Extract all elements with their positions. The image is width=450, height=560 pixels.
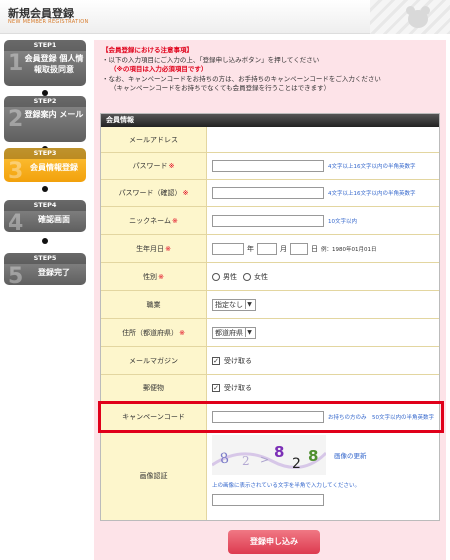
birthday-row: 生年月日 ※ 年 月 日 例：1980年01月01日 — [101, 235, 439, 263]
step-connector-dot — [42, 238, 48, 244]
password-label: パスワード ※ — [101, 153, 207, 179]
birth-year-input[interactable] — [212, 242, 244, 255]
notice-line: ・以下の入力項目にご入力の上、「登録申し込みボタン」を押してください — [102, 55, 320, 64]
chevron-down-icon: ▼ — [245, 328, 253, 337]
password-hint: 4文字以上16文字以内の半角英数字 — [328, 164, 416, 170]
gender-row: 性別 ※ 男性 女性 — [101, 263, 439, 291]
birth-day-input[interactable] — [290, 242, 308, 255]
nickname-input[interactable] — [212, 214, 324, 227]
svg-text:8: 8 — [219, 450, 230, 467]
postal-mail-label: 郵便物 — [101, 375, 207, 401]
magazine-checkbox[interactable]: ✓ — [212, 356, 220, 365]
nickname-label: ニックネーム ※ — [101, 207, 207, 234]
birth-day-unit: 日 — [311, 244, 318, 253]
birth-month-input[interactable] — [257, 242, 277, 255]
birthday-label: 生年月日 ※ — [101, 235, 207, 262]
step-number: 1 — [8, 51, 24, 76]
birth-month-unit: 月 — [280, 244, 287, 253]
step-text: 確認画面 — [38, 215, 70, 224]
job-row: 職業 指定なし ▼ — [101, 291, 439, 319]
gender-female-radio[interactable] — [243, 272, 251, 281]
magazine-checkbox-label: 受け取る — [224, 356, 252, 365]
step-number: 5 — [8, 264, 24, 285]
notice-required-note: （※の項目は入力必須項目です） — [110, 65, 208, 73]
captcha-row: 画像認証 8 2 > 8 2 8 画像の更新 上の画像に表示されている文字を半角… — [101, 432, 439, 520]
step-text: 登録案内 メール — [24, 110, 84, 119]
address-label: 住所（都道府県） ※ — [101, 319, 207, 346]
prefecture-select[interactable]: 都道府県 ▼ — [212, 326, 256, 339]
step-number: 2 — [8, 107, 24, 132]
svg-text:8: 8 — [308, 447, 318, 465]
svg-text:>: > — [260, 453, 269, 466]
registration-notice: 【会員登録における注意事項】 ・以下の入力項目にご入力の上、「登録申し込みボタン… — [102, 46, 442, 94]
step-label: STEP5 — [4, 253, 86, 264]
captcha-input[interactable] — [212, 494, 324, 506]
captcha-label: 画像認証 — [101, 432, 207, 520]
password-input[interactable] — [212, 160, 324, 172]
campaign-code-highlight — [98, 401, 444, 433]
email-row: メールアドレス — [101, 127, 439, 153]
step-number: 3 — [8, 159, 24, 182]
postal-mail-checkbox[interactable]: ✓ — [212, 384, 220, 392]
step-text: 会員情報登録 — [30, 163, 78, 172]
birth-example: 例：1980年01月01日 — [321, 246, 377, 253]
step-connector-dot — [42, 186, 48, 192]
step-3: STEP3 3 会員情報登録 — [4, 148, 86, 182]
password-confirm-input[interactable] — [212, 187, 324, 199]
svg-text:8: 8 — [274, 443, 284, 461]
password-row: パスワード ※ 4文字以上16文字以内の半角英数字 — [101, 153, 439, 180]
notice-line: ・なお、キャンペーンコードをお持ちの方は、お手持ちのキャンペーンコードをご入力く… — [102, 74, 381, 83]
notice-line: （キャンペーンコードをお持ちでなくても会員登録を行うことはできます） — [110, 84, 331, 92]
gender-male-radio[interactable] — [212, 272, 220, 281]
step-text: 登録完了 — [38, 268, 70, 277]
email-label: メールアドレス — [101, 127, 207, 152]
gender-label: 性別 ※ — [101, 263, 207, 290]
captcha-refresh-link[interactable]: 画像の更新 — [334, 450, 367, 460]
captcha-image: 8 2 > 8 2 8 — [211, 435, 328, 475]
magazine-label: メールマガジン — [101, 347, 207, 374]
step-label: STEP1 — [4, 40, 86, 51]
step-label: STEP2 — [4, 96, 86, 107]
job-label: 職業 — [101, 291, 207, 318]
form-section-title: 会員情報 — [101, 114, 439, 127]
magazine-row: メールマガジン ✓ 受け取る — [101, 347, 439, 375]
address-row: 住所（都道府県） ※ 都道府県 ▼ — [101, 319, 439, 347]
nickname-row: ニックネーム ※ 10文字以内 — [101, 207, 439, 235]
step-5: STEP5 5 登録完了 — [4, 253, 86, 285]
password-confirm-hint: 4文字以上16文字以内の半角英数字 — [328, 191, 416, 197]
svg-text:2: 2 — [292, 456, 301, 472]
chevron-down-icon: ▼ — [245, 300, 253, 309]
step-text: 会員登録 個人情報取扱同意 — [24, 54, 84, 74]
step-label: STEP4 — [4, 200, 86, 211]
postal-mail-checkbox-label: 受け取る — [224, 384, 252, 392]
job-select[interactable]: 指定なし ▼ — [212, 298, 256, 311]
step-number: 4 — [8, 211, 24, 232]
bear-logo-icon — [404, 4, 432, 30]
gender-female-label: 女性 — [254, 272, 268, 281]
page-subtitle: NEW MEMBER REGISTRATION — [8, 19, 89, 25]
birth-year-unit: 年 — [247, 244, 254, 253]
step-2: STEP2 2 登録案内 メール — [4, 96, 86, 142]
step-1: STEP1 1 会員登録 個人情報取扱同意 — [4, 40, 86, 86]
gender-male-label: 男性 — [223, 272, 237, 281]
svg-text:2: 2 — [242, 454, 250, 468]
password-confirm-label: パスワード（確認） ※ — [101, 180, 207, 206]
nickname-hint: 10文字以内 — [328, 218, 357, 225]
member-info-form: 会員情報 メールアドレス パスワード ※ 4文字以上16文字以内の半角英数字 パス… — [100, 113, 440, 521]
captcha-hint: 上の画像に表示されている文字を半角で入力してください。 — [212, 483, 361, 489]
step-4: STEP4 4 確認画面 — [4, 200, 86, 232]
password-confirm-row: パスワード（確認） ※ 4文字以上16文字以内の半角英数字 — [101, 180, 439, 207]
page-header: 新規会員登録 NEW MEMBER REGISTRATION — [0, 0, 450, 34]
notice-title: 【会員登録における注意事項】 — [102, 46, 193, 54]
submit-registration-button[interactable]: 登録申し込み — [228, 530, 320, 554]
registration-panel: 【会員登録における注意事項】 ・以下の入力項目にご入力の上、「登録申し込みボタン… — [94, 40, 446, 560]
step-label: STEP3 — [4, 148, 86, 159]
postal-mail-row: 郵便物 ✓ 受け取る — [101, 375, 439, 402]
